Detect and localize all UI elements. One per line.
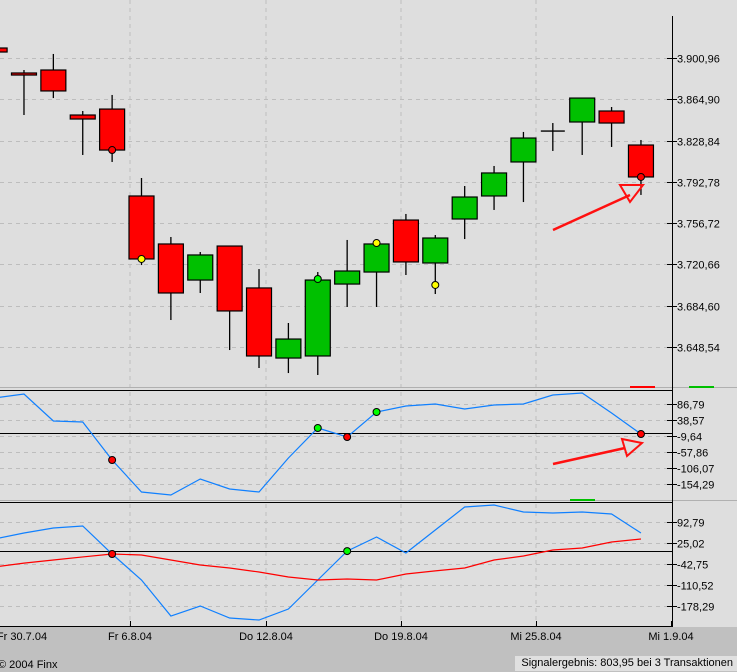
candle-up [187,254,214,281]
panel-marker-green [689,386,714,388]
series-line-signal [0,538,642,581]
candle-down [245,287,273,357]
y-tick-label: -154,29 [677,480,714,492]
candle-up [422,237,449,264]
x-axis-area: Fr 30.7.04 Fr 6.8.04 Do 12.8.04 Do 19.8.… [0,627,737,672]
y-tick-label: -110,52 [677,581,714,593]
annotation-arrowhead [618,184,646,204]
y-tick-label: 3.648,54 [677,343,720,355]
y-tick-label: -42,75 [677,560,708,572]
y-tick-label: 3.900,96 [677,54,720,66]
x-tick-label: Mi 1.9.04 [648,631,694,643]
x-tick-label: Fr 6.8.04 [107,631,153,643]
signal-dot [313,423,322,432]
x-tick-label: Do 12.8.04 [239,631,293,643]
y-tick-label: 3.756,72 [677,219,720,231]
candle-down [0,47,8,53]
candle-down [392,219,420,263]
candle-down [69,114,96,120]
candle-up [275,338,302,359]
candle-down [128,195,155,260]
candle-up [480,172,508,197]
signal-dot [137,254,146,263]
signal-dot [372,239,381,248]
y-tick-label: 3.684,60 [677,302,720,314]
candle-down [99,108,126,151]
signal-dot [431,280,440,289]
y-tick-label: -57,86 [677,448,708,460]
y-tick-label: 86,79 [677,400,705,412]
signal-dot [343,547,352,556]
x-tick-label: Fr 30.7.04 [0,631,48,643]
annotation-arrow [552,446,626,466]
x-tick-label: Do 19.8.04 [374,631,428,643]
signal-dot [108,455,117,464]
copyright-text: © 2004 Finx [0,659,58,671]
y-tick-label: 92,79 [677,518,705,530]
x-tick-label: Mi 25.8.04 [510,631,562,643]
panel-marker-green [570,499,595,501]
candle-up [569,97,596,123]
candle-up [510,137,537,163]
price-chart: 3.900,96 3.864,90 3.828,84 3.792,78 3.756,72… [0,0,737,627]
y-tick-label: 3.828,84 [677,137,720,149]
signal-dot [108,146,117,155]
candle-up [363,243,390,273]
signal-dot [343,432,352,441]
candle-down [627,144,655,178]
signal-dot [372,407,381,416]
candle-up [304,279,331,357]
candle-down [216,245,243,312]
annotation-arrowhead [620,437,645,458]
y-tick-label: 3.720,66 [677,260,720,272]
y-tick-label: -9,64 [677,432,702,444]
candle-down [10,72,38,76]
y-tick-label: 3.864,90 [677,95,720,107]
candle-down [157,243,184,294]
candle-down [40,69,67,92]
signal-dot [313,275,322,284]
y-tick-label: 3.792,78 [677,178,720,190]
y-tick-label: 25,02 [677,539,705,551]
y-tick-label: -106,07 [677,464,714,476]
y-tick-label: 38,57 [677,416,705,428]
signal-result-text: Signalergebnis: 803,95 bei 3 Transaktion… [515,656,737,671]
candle-down [598,110,625,124]
series-line-oscillator [0,392,642,496]
panel-marker-red [630,386,655,388]
signal-dot [636,430,645,438]
candle-up [334,270,361,285]
signal-dot [636,172,645,181]
y-tick-label: -178,29 [677,602,714,614]
signal-dot [108,550,117,559]
annotation-arrow [552,193,631,232]
candle-up [451,196,478,220]
